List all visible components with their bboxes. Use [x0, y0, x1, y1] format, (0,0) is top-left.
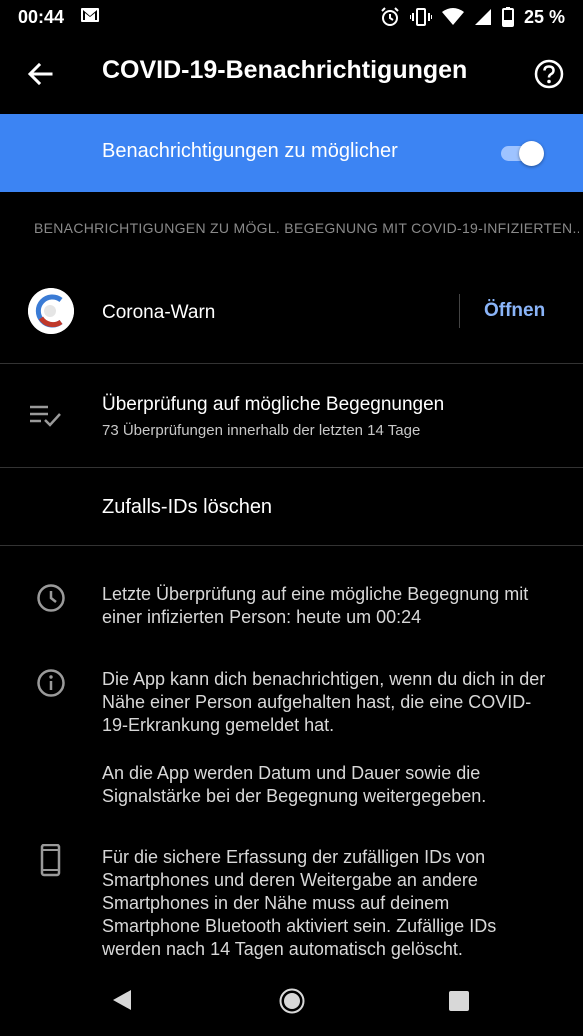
smartphone-icon [36, 843, 66, 877]
section-header: BENACHRICHTIGUNGEN ZU MÖGL. BEGEGNUNG MI… [34, 220, 579, 236]
corona-warn-logo-icon [28, 288, 74, 334]
exposure-checks-title: Überprüfung auf mögliche Begegnungen [102, 394, 445, 415]
toggle-thumb [519, 141, 544, 166]
checklist-icon [30, 404, 62, 428]
about-text-1: Die App kann dich benachrichtigen, wenn … [102, 669, 546, 735]
alarm-icon [380, 7, 400, 27]
notifications-toggle-label: Benachrichtigungen zu möglicher [102, 140, 398, 162]
nav-recents-icon[interactable] [449, 991, 469, 1011]
status-bar: 00:44 25 % [0, 0, 583, 34]
notifications-toggle-row[interactable]: Benachrichtigungen zu möglicher [0, 114, 583, 192]
divider [459, 294, 460, 328]
bluetooth-text: Für die sichere Erfassung der zufälligen… [102, 847, 497, 959]
last-check-text: Letzte Überprüfung auf eine mögliche Beg… [102, 584, 529, 627]
nav-back-icon[interactable] [110, 988, 134, 1012]
app-bar: COVID-19-Benachrichtigungen [0, 34, 583, 114]
app-row[interactable]: Corona-Warn Öffnen [0, 270, 583, 362]
gmail-icon [80, 7, 100, 28]
nav-home-icon[interactable] [279, 988, 305, 1014]
open-app-button[interactable]: Öffnen [484, 300, 545, 322]
info-icon [36, 668, 66, 698]
clock-icon [36, 583, 66, 613]
system-nav-bar [0, 966, 583, 1036]
delete-random-ids-label: Zufalls-IDs löschen [102, 496, 273, 518]
back-arrow-icon[interactable] [26, 60, 54, 88]
wifi-icon [441, 8, 464, 26]
status-time: 00:44 [18, 6, 65, 27]
notifications-toggle[interactable] [499, 141, 545, 166]
delete-random-ids-row[interactable]: Zufalls-IDs löschen [0, 468, 583, 545]
exposure-checks-row[interactable]: Überprüfung auf mögliche Begegnungen 73 … [0, 364, 583, 467]
signal-icon [474, 8, 492, 26]
app-name: Corona-Warn [102, 302, 216, 323]
battery-icon [501, 7, 514, 27]
vibrate-icon [409, 7, 432, 27]
page-title: COVID-19-Benachrichtigungen [102, 56, 468, 84]
about-text-2: An die App werden Datum und Dauer sowie … [102, 763, 487, 806]
divider [0, 545, 583, 546]
exposure-checks-subtitle: 73 Überprüfungen innerhalb der letzten 1… [102, 422, 421, 439]
battery-percent: 25 % [523, 6, 565, 27]
help-icon[interactable] [533, 58, 565, 90]
